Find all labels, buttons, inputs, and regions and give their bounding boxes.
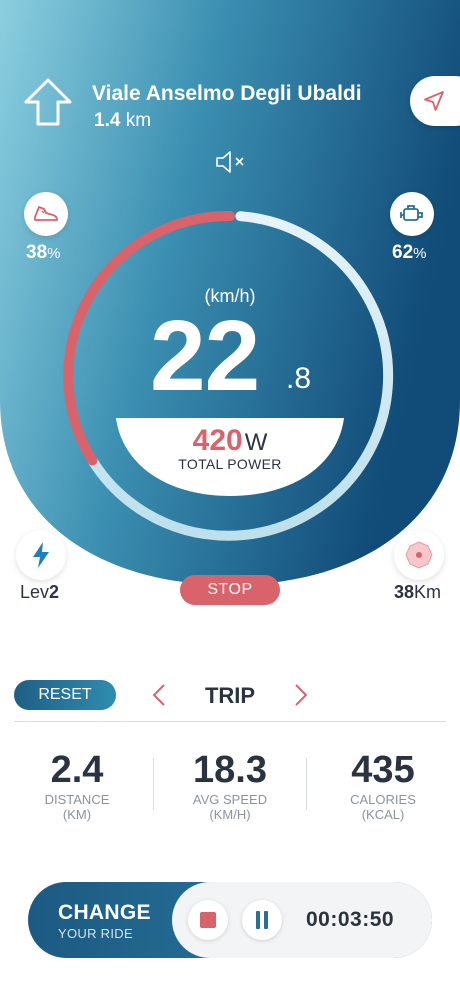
- motor-gauge[interactable]: [390, 192, 434, 236]
- total-power: 420W TOTAL POWER: [118, 424, 342, 472]
- distance-to-turn: 1.4 km: [94, 110, 152, 131]
- range-button[interactable]: [394, 530, 444, 580]
- divider: [14, 721, 446, 722]
- speed-decimal: .8: [286, 362, 312, 395]
- trip-title: TRIP: [204, 683, 256, 708]
- navigation-button[interactable]: [410, 76, 460, 126]
- range-icon: [405, 541, 433, 569]
- speed-value: 22: [150, 300, 260, 412]
- street-name: Viale Anselmo Degli Ubaldi: [92, 82, 362, 105]
- stat-separator: [153, 758, 154, 810]
- power-label: TOTAL POWER: [178, 456, 282, 472]
- ride-timer: 00:03:50: [306, 908, 395, 931]
- mute-icon[interactable]: [214, 150, 248, 174]
- motor-percent: 62%: [392, 242, 427, 263]
- stop-ride-button[interactable]: [188, 900, 228, 940]
- change-sublabel: YOUR RIDE: [58, 926, 133, 941]
- sneaker-icon: [34, 206, 58, 221]
- stat-avg-speed: 18.3 AVG SPEED (KM/H): [192, 749, 268, 822]
- navigation-icon: [424, 91, 444, 111]
- pause-button[interactable]: [242, 900, 282, 940]
- assist-level-button[interactable]: [16, 530, 66, 580]
- engine-icon: [400, 205, 423, 221]
- stat-distance: 2.4 DISTANCE (KM): [44, 749, 110, 822]
- pedal-assist-gauge[interactable]: [24, 192, 68, 236]
- power-value: 420: [192, 424, 243, 457]
- lightning-icon: [33, 542, 49, 568]
- pause-icon: [256, 911, 268, 929]
- chevron-right-icon[interactable]: [288, 682, 312, 708]
- change-label: CHANGE: [58, 901, 151, 924]
- stat-separator: [306, 758, 307, 810]
- stop-icon: [200, 912, 216, 928]
- pedal-assist-percent: 38%: [26, 242, 61, 263]
- stop-button[interactable]: STOP: [180, 575, 280, 605]
- assist-level: Lev2: [20, 582, 60, 602]
- straight-arrow-icon: [24, 78, 72, 126]
- stat-calories: 435 CALORIES (KCAL): [350, 749, 416, 822]
- power-unit: W: [244, 429, 268, 456]
- range-remaining: 38Km: [394, 582, 442, 602]
